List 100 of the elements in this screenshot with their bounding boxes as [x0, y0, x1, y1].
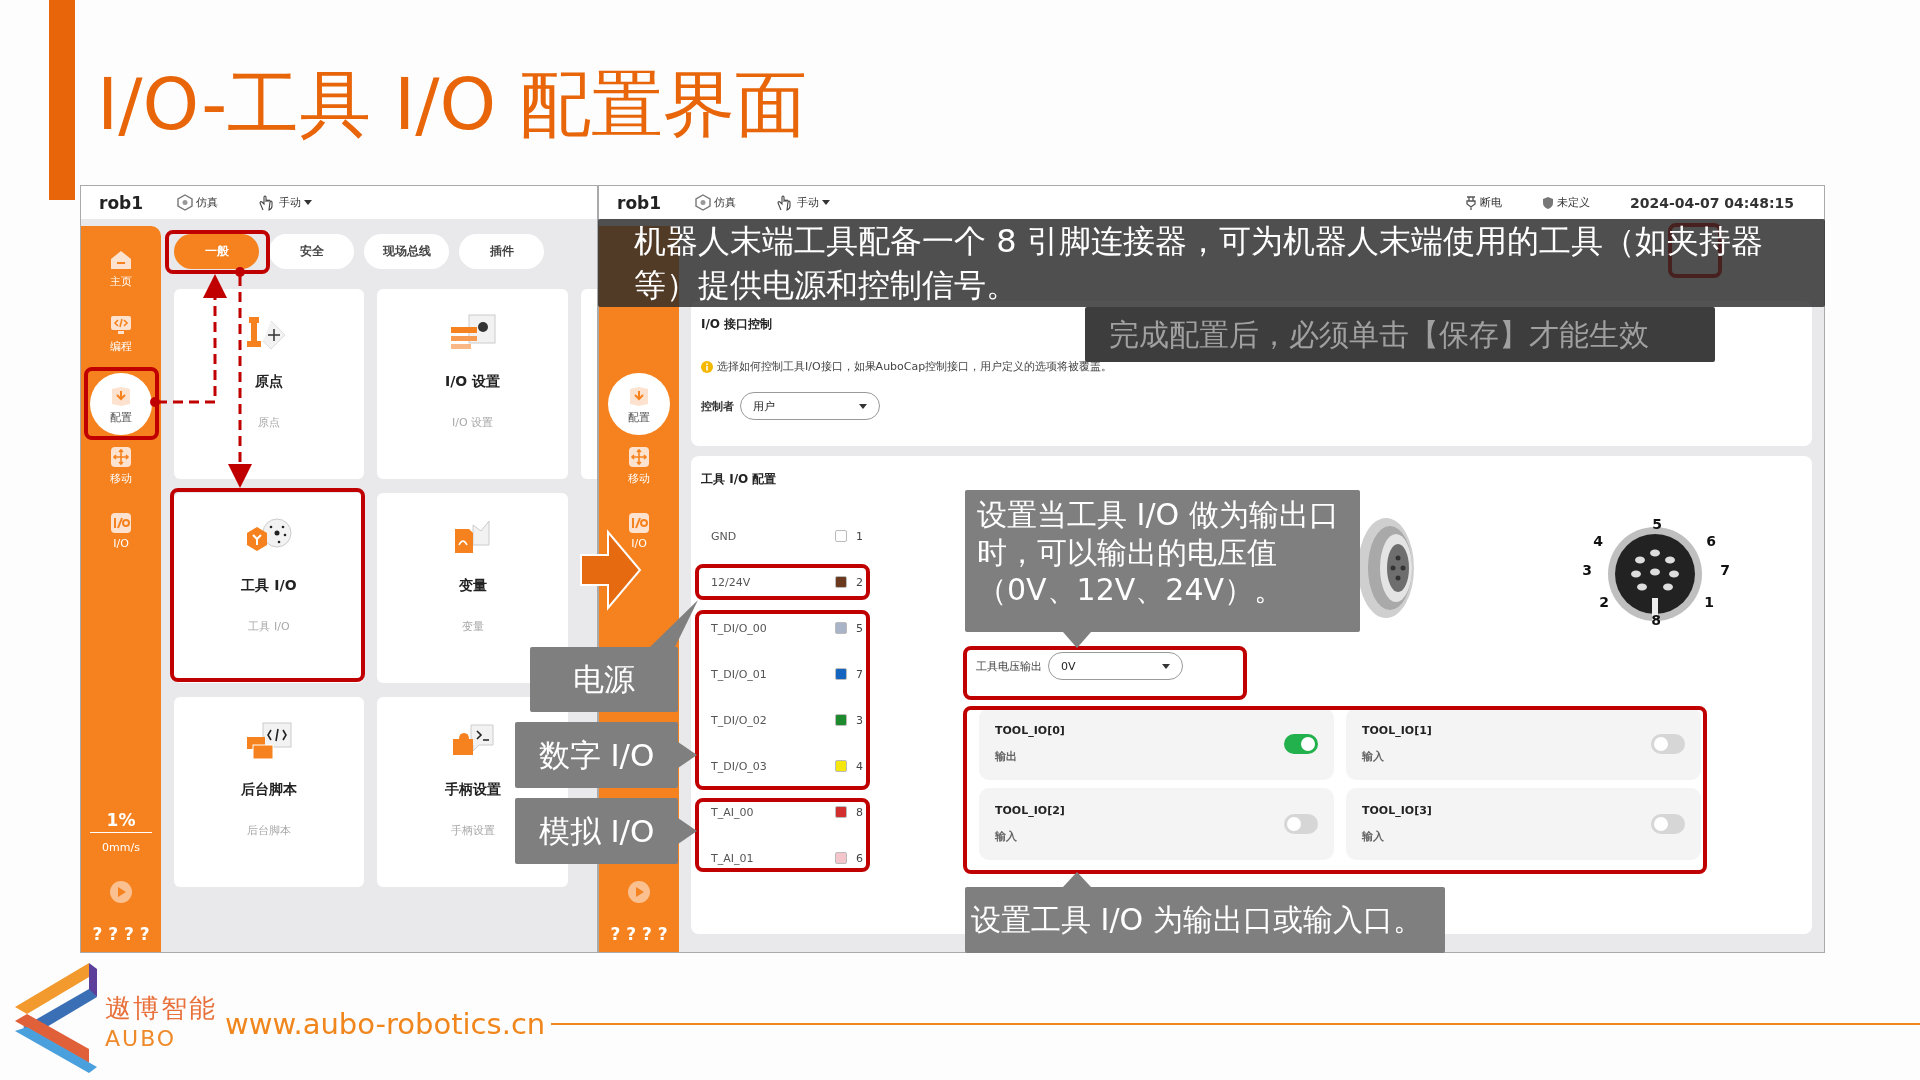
settings-card[interactable]: 后台脚本 后台脚本	[174, 697, 364, 887]
io-name: TOOL_IO[2]	[995, 804, 1066, 817]
status-text: ? ? ? ?	[92, 924, 150, 944]
card-subtitle: 原点	[258, 415, 280, 430]
pin-label: 4	[1593, 533, 1603, 549]
pin-label: 6	[1706, 533, 1716, 549]
callout: 设置当工具 I/O 做为输出口时，可以输出的电压值（0V、12V、24V）。	[965, 490, 1360, 632]
callout-pointer	[1063, 632, 1091, 648]
status-text: ? ? ? ?	[610, 924, 668, 944]
speed-value: 0mm/s	[102, 841, 140, 854]
io-name: TOOL_IO[1]	[1362, 724, 1433, 737]
pin-name: GND	[711, 529, 738, 543]
control-label: 手动	[797, 195, 820, 210]
pin-number: 8	[855, 805, 863, 819]
panel-title: I/O 接口控制	[701, 316, 773, 333]
card-title: 工具 I/O	[241, 577, 297, 595]
mode-label: 仿真	[196, 195, 219, 210]
pin-number: 6	[855, 851, 863, 865]
callout-pointer	[650, 600, 698, 647]
io-mode: 输入	[1362, 829, 1385, 844]
pin-number: 2	[855, 575, 863, 589]
toggle-switch[interactable]	[1284, 734, 1318, 754]
power-status: 断电	[1479, 195, 1502, 210]
io-mode: 输入	[1362, 749, 1385, 764]
toggle-switch[interactable]	[1284, 814, 1318, 834]
pin-label: 1	[1704, 594, 1714, 610]
callout: 模拟 I/O	[515, 798, 678, 864]
plug-icon	[1464, 195, 1477, 210]
callout: 机器人末端工具配备一个 8 引脚连接器，可为机器人末端使用的工具（如夹持器等）提供电源和控制信号。	[598, 219, 1825, 307]
callout-pointer	[1063, 872, 1091, 887]
robot-name: rob1	[617, 192, 662, 213]
move-arrows-icon	[109, 444, 133, 469]
settings-card[interactable]: 原点 原点	[174, 289, 364, 479]
io-port-icon	[109, 510, 133, 535]
hexagon-icon	[177, 194, 194, 211]
voltage-label: 工具电压输出	[976, 658, 1042, 674]
pin-name: T_DI/O_00	[711, 621, 768, 635]
pin-label: 8	[1651, 612, 1661, 628]
card-subtitle: 工具 I/O	[248, 619, 290, 634]
pin-name: T_AI_01	[711, 851, 755, 865]
play-icon[interactable]	[627, 880, 651, 904]
pin-name: T_DI/O_01	[711, 667, 768, 681]
move-arrows-icon	[627, 444, 651, 469]
tab[interactable]: 安全	[269, 234, 354, 269]
robot-name: rob1	[99, 192, 144, 213]
card-subtitle: 变量	[461, 619, 484, 634]
safety-status: 未定义	[1556, 195, 1590, 210]
settings-card[interactable]: I/O 设置 I/O 设置	[377, 289, 568, 479]
callout-pointer	[678, 818, 697, 844]
callout: 完成配置后，必须单击【保存】才能生效	[1085, 307, 1715, 362]
tab[interactable]: 现场总线	[364, 234, 449, 269]
settings-card[interactable]: 变量 变量	[377, 493, 568, 683]
io-mode: 输入	[995, 829, 1018, 844]
pin-name: T_AI_00	[711, 805, 755, 819]
brand-name: AUBO	[105, 1025, 178, 1051]
sidebar-item[interactable]: 配置	[90, 373, 152, 435]
card-title: 原点	[255, 373, 283, 391]
toggle-switch[interactable]	[1651, 734, 1685, 754]
pin-number: 4	[855, 759, 863, 773]
callout: 数字 I/O	[515, 722, 678, 788]
pin-number: 3	[855, 713, 863, 727]
card-subtitle: I/O 设置	[451, 415, 494, 430]
pin-label: 5	[1652, 516, 1662, 532]
tab[interactable]: 插件	[459, 234, 544, 269]
callout-pointer	[678, 742, 697, 768]
card-title: 变量	[458, 577, 487, 595]
io-port-icon	[627, 510, 651, 535]
pin-label: 7	[1720, 562, 1730, 578]
settings-card[interactable]: 工具 I/O 工具 I/O	[174, 493, 364, 683]
play-icon[interactable]	[109, 880, 133, 904]
control-label: 手动	[279, 195, 302, 210]
caret-icon	[859, 403, 867, 409]
toggle-switch[interactable]	[1651, 814, 1685, 834]
caret-icon	[822, 200, 831, 205]
slide-title: I/O-工具 I/O 配置界面	[97, 68, 808, 140]
info-icon	[701, 360, 713, 373]
brand-name: 遨博智能	[105, 991, 217, 1025]
card-subtitle: 后台脚本	[247, 823, 291, 838]
caret-icon	[304, 200, 313, 205]
pin-number: 1	[855, 529, 863, 543]
date-time: 2024-04-07 04:48:15	[1629, 194, 1794, 211]
card-title: 后台脚本	[241, 781, 297, 799]
caret-icon	[1162, 663, 1170, 669]
card-title: 手柄设置	[444, 781, 501, 799]
controller-label: 控制者	[701, 398, 734, 414]
io-mode: 输出	[995, 749, 1018, 764]
pin-number: 7	[855, 667, 863, 681]
sidebar-item[interactable]: 配置	[608, 373, 670, 435]
panel-title: 工具 I/O 配置	[701, 471, 777, 488]
hexagon-icon	[695, 194, 712, 211]
pin-name: T_DI/O_02	[711, 713, 768, 727]
shield-icon	[1541, 195, 1554, 210]
mode-label: 仿真	[714, 195, 737, 210]
callout: 电源	[530, 647, 678, 712]
pin-name: T_DI/O_03	[711, 759, 768, 773]
speed-percent: 1%	[90, 810, 152, 833]
io-name: TOOL_IO[3]	[1362, 804, 1433, 817]
pin-label: 2	[1599, 594, 1609, 610]
pin-label: 3	[1582, 562, 1592, 578]
pin-number: 5	[855, 621, 863, 635]
